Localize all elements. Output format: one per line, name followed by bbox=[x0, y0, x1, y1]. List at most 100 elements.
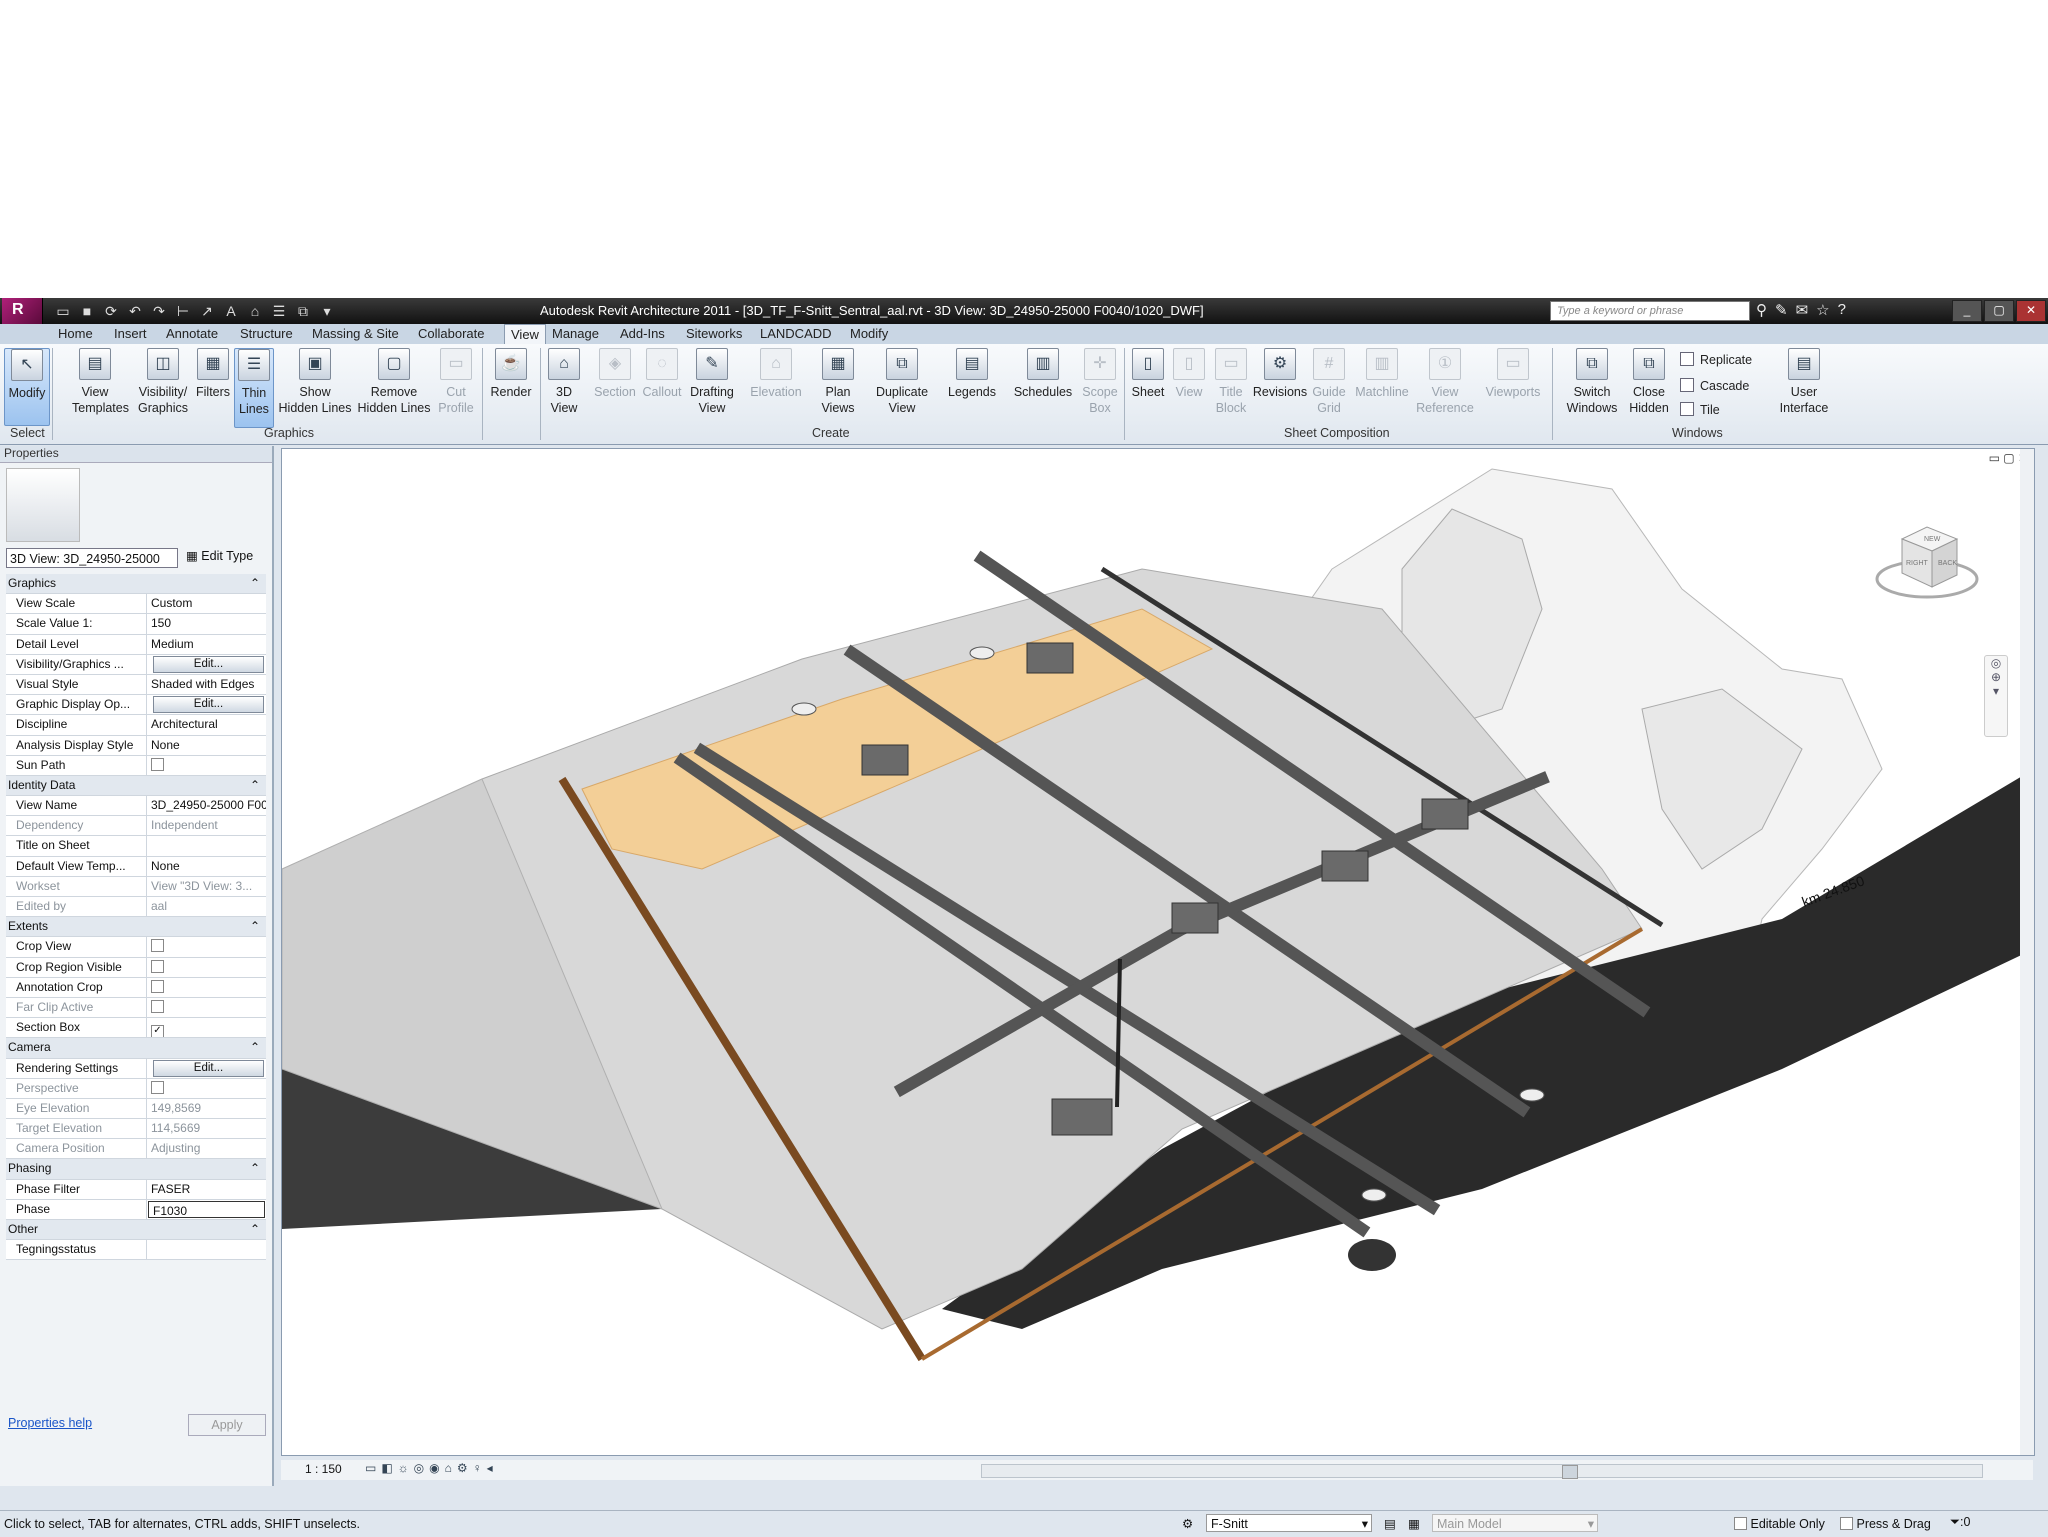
viewcube[interactable]: NEW RIGHT BACK bbox=[1872, 509, 1982, 609]
title-block-button[interactable]: ▭ Title Block bbox=[1212, 348, 1250, 416]
property-value[interactable]: Shaded with Edges bbox=[147, 675, 266, 694]
tab-insert[interactable]: Insert bbox=[114, 326, 147, 341]
section-button[interactable]: ◈ Section bbox=[590, 348, 640, 400]
schedules-button[interactable]: ▥ Schedules bbox=[1012, 348, 1074, 400]
active-option-icon[interactable]: ▦ bbox=[1408, 1516, 1420, 1531]
3d-view-button[interactable]: ⌂ 3D View bbox=[546, 348, 582, 416]
close-button[interactable]: ✕ bbox=[2016, 300, 2046, 322]
properties-help-link[interactable]: Properties help bbox=[8, 1416, 92, 1430]
view-reference-button[interactable]: ① View Reference bbox=[1414, 348, 1476, 416]
view-button[interactable]: ▯ View bbox=[1172, 348, 1206, 400]
drafting-view-button[interactable]: ✎ Drafting View bbox=[688, 348, 736, 416]
property-category[interactable]: Graphics ⌃ bbox=[6, 574, 266, 595]
default-3d-icon[interactable]: ⌂ bbox=[246, 302, 264, 320]
tab-annotate[interactable]: Annotate bbox=[166, 326, 218, 341]
design-option-dropdown[interactable]: Main Model ▾ bbox=[1432, 1514, 1598, 1532]
active-workset-dropdown[interactable]: F-Snitt ▾ bbox=[1206, 1514, 1372, 1532]
remove-hidden-lines-button[interactable]: ▢ Remove Hidden Lines bbox=[356, 348, 432, 416]
tab-home[interactable]: Home bbox=[58, 326, 93, 341]
subscription-icon[interactable]: ✎ bbox=[1775, 301, 1788, 319]
apply-button[interactable]: Apply bbox=[188, 1414, 266, 1436]
undo-icon[interactable]: ↶ bbox=[126, 302, 144, 320]
property-category[interactable]: Phasing ⌃ bbox=[6, 1159, 266, 1180]
collapse-icon[interactable]: ⌃ bbox=[250, 917, 266, 936]
infocenter-search-input[interactable]: Type a keyword or phrase bbox=[1550, 301, 1750, 321]
collapse-icon[interactable]: ⌃ bbox=[250, 1220, 266, 1239]
tile-button[interactable]: Tile bbox=[1680, 402, 1720, 417]
scroll-thumb[interactable] bbox=[1562, 1465, 1578, 1479]
3d-viewport[interactable]: km 24.850 ▭ ▢ ✕ NEW RIGHT BACK ◎ ⊕ ▾ bbox=[281, 448, 2035, 1456]
tab-modify[interactable]: Modify bbox=[850, 326, 888, 341]
property-value[interactable]: Medium bbox=[147, 635, 266, 654]
edit-button[interactable]: Edit... bbox=[153, 1059, 264, 1077]
minimize-button[interactable]: _ bbox=[1952, 300, 1982, 322]
type-selector[interactable]: 3D View: 3D_24950-25000 bbox=[6, 548, 178, 568]
favorites-icon[interactable]: ☆ bbox=[1816, 301, 1829, 319]
worksets-icon[interactable]: ⚙ bbox=[1182, 1516, 1193, 1531]
collapse-icon[interactable]: ⌃ bbox=[250, 1038, 266, 1057]
property-value[interactable]: Custom bbox=[147, 594, 266, 613]
cut-profile-button[interactable]: ▭ Cut Profile bbox=[436, 348, 476, 416]
save-icon[interactable]: ■ bbox=[78, 302, 96, 320]
property-value[interactable] bbox=[147, 836, 266, 855]
guide-grid-button[interactable]: # Guide Grid bbox=[1310, 348, 1348, 416]
tab-add-ins[interactable]: Add-Ins bbox=[620, 326, 665, 341]
tab-manage[interactable]: Manage bbox=[552, 326, 599, 341]
design-options-icon[interactable]: ▤ bbox=[1384, 1516, 1396, 1531]
sheet-button[interactable]: ▯ Sheet bbox=[1128, 348, 1168, 400]
edit-type-button[interactable]: ▦ Edit Type bbox=[186, 548, 253, 563]
binoculars-icon[interactable]: ⚲ bbox=[1756, 301, 1767, 319]
switch-windows-icon[interactable]: ▾ bbox=[318, 302, 336, 320]
filter-icon[interactable]: ⏷:0 bbox=[1950, 1515, 1970, 1530]
tab-structure[interactable]: Structure bbox=[240, 326, 293, 341]
tab-massing-site[interactable]: Massing & Site bbox=[312, 326, 399, 341]
modify-button[interactable]: ↖ Modify bbox=[4, 348, 50, 426]
tab-landcadd[interactable]: LANDCADD bbox=[760, 326, 832, 341]
cascade-button[interactable]: Cascade bbox=[1680, 378, 1749, 393]
dimension-icon[interactable]: ↗ bbox=[198, 302, 216, 320]
matchline-button[interactable]: ▥ Matchline bbox=[1352, 348, 1412, 400]
property-value[interactable]: None bbox=[147, 857, 266, 876]
thin-lines-icon[interactable]: ☰ bbox=[270, 302, 288, 320]
property-value[interactable]: None bbox=[147, 736, 266, 755]
property-value[interactable]: F1030 bbox=[148, 1200, 265, 1218]
text-icon[interactable]: A bbox=[222, 302, 240, 320]
visibility-graphics-button[interactable]: ◫ Visibility/Graphics bbox=[134, 348, 192, 416]
revisions-button[interactable]: ⚙ Revisions bbox=[1252, 348, 1308, 400]
collapse-icon[interactable]: ⌃ bbox=[250, 776, 266, 795]
open-icon[interactable]: ▭ bbox=[54, 302, 72, 320]
edit-button[interactable]: Edit... bbox=[153, 696, 264, 714]
redo-icon[interactable]: ↷ bbox=[150, 302, 168, 320]
property-category[interactable]: Other ⌃ bbox=[6, 1220, 266, 1241]
edit-button[interactable]: Edit... bbox=[153, 655, 264, 673]
show-hidden-lines-button[interactable]: ▣ Show Hidden Lines bbox=[278, 348, 352, 416]
close-hidden-icon[interactable]: ⧉ bbox=[294, 302, 312, 320]
replicate-button[interactable]: Replicate bbox=[1680, 352, 1752, 367]
tab-siteworks[interactable]: Siteworks bbox=[686, 326, 742, 341]
view-scale[interactable]: 1 : 150 bbox=[305, 1462, 342, 1476]
viewports-button[interactable]: ▭ Viewports bbox=[1482, 348, 1544, 400]
horizontal-scrollbar[interactable] bbox=[981, 1464, 1983, 1479]
elevation-button[interactable]: ⌂ Elevation bbox=[748, 348, 804, 400]
sync-icon[interactable]: ⟳ bbox=[102, 302, 120, 320]
collapse-icon[interactable]: ⌃ bbox=[250, 1159, 266, 1178]
property-checkbox[interactable] bbox=[151, 757, 164, 771]
navigation-bar[interactable]: ◎ ⊕ ▾ bbox=[1984, 655, 2008, 737]
tab-view[interactable]: View bbox=[504, 324, 546, 345]
editable-only-checkbox[interactable]: Editable Only bbox=[1734, 1517, 1825, 1531]
view-templates-button[interactable]: ▤ View Templates bbox=[72, 348, 129, 416]
property-category[interactable]: Identity Data ⌃ bbox=[6, 775, 266, 797]
switch-windows-button[interactable]: ⧉ Switch Windows bbox=[1564, 348, 1620, 416]
vertical-scrollbar[interactable] bbox=[2020, 449, 2034, 1455]
property-value[interactable]: 150 bbox=[147, 614, 266, 633]
press-drag-checkbox[interactable]: Press & Drag bbox=[1840, 1517, 1931, 1531]
close-hidden-button[interactable]: ⧉ Close Hidden bbox=[1624, 348, 1674, 416]
tab-collaborate[interactable]: Collaborate bbox=[418, 326, 485, 341]
property-value[interactable]: 3D_24950-25000 F00... bbox=[147, 796, 266, 815]
property-value[interactable]: Architectural bbox=[147, 715, 266, 734]
property-checkbox[interactable]: ✓ bbox=[151, 1025, 164, 1038]
duplicate-view-button[interactable]: ⧉ Duplicate View bbox=[872, 348, 932, 416]
plan-views-button[interactable]: ▦ Plan Views bbox=[816, 348, 860, 416]
property-value[interactable] bbox=[147, 1240, 266, 1259]
scope-box-button[interactable]: ✛ Scope Box bbox=[1080, 348, 1120, 416]
